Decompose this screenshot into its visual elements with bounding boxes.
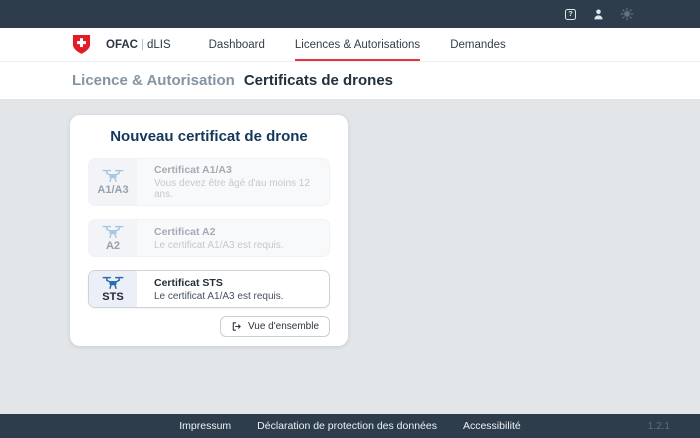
nav-item-dashboard[interactable]: Dashboard: [209, 28, 265, 61]
sun-icon: [620, 7, 634, 21]
app-header: OFAC|dLIS Dashboard Licences & Autorisat…: [0, 28, 700, 62]
swiss-shield-logo: [72, 34, 91, 55]
option-certificat-a1a3: A1/A3 Certificat A1/A3 Vous devez être â…: [88, 158, 330, 206]
option-subtitle: Vous devez être âgé d'au moins 12 ans.: [154, 178, 319, 200]
footer-link-privacy[interactable]: Déclaration de protection des données: [257, 420, 437, 432]
overview-button[interactable]: Vue d'ensemble: [220, 316, 330, 337]
badge-label: A1/A3: [97, 184, 128, 196]
footer-link-accessibility[interactable]: Accessibilité: [463, 420, 521, 432]
user-icon: [592, 8, 605, 21]
help-icon: ?: [565, 9, 576, 20]
help-button[interactable]: ?: [563, 7, 578, 22]
nav-item-licences-autorisations[interactable]: Licences & Autorisations: [295, 28, 420, 61]
content-area: Nouveau certificat de drone A1/A3 Certif…: [0, 99, 700, 414]
drone-icon: [102, 224, 124, 239]
certificate-options: A1/A3 Certificat A1/A3 Vous devez être â…: [88, 158, 330, 308]
option-title: Certificat STS: [154, 277, 319, 289]
brand: OFAC|dLIS: [106, 39, 171, 51]
drone-icon: [102, 168, 124, 183]
brand-org: OFAC: [106, 39, 138, 51]
badge-label: STS: [102, 291, 123, 303]
option-text: Certificat A2 Le certificat A1/A3 est re…: [137, 220, 329, 256]
overview-exit-icon: [231, 321, 242, 332]
card-actions: Vue d'ensemble: [88, 316, 330, 337]
option-badge: STS: [89, 271, 137, 307]
option-badge: A2: [89, 220, 137, 256]
option-subtitle: Le certificat A1/A3 est requis.: [154, 240, 319, 251]
drone-icon: [102, 275, 124, 290]
brand-separator: |: [141, 39, 144, 51]
page-title: Certificats de drones: [244, 72, 393, 89]
option-certificat-sts[interactable]: STS Certificat STS Le certificat A1/A3 e…: [88, 270, 330, 308]
new-certificate-card: Nouveau certificat de drone A1/A3 Certif…: [70, 115, 348, 346]
option-title: Certificat A2: [154, 226, 319, 238]
footer: Impressum Déclaration de protection des …: [0, 414, 700, 438]
option-subtitle: Le certificat A1/A3 est requis.: [154, 291, 319, 302]
footer-link-impressum[interactable]: Impressum: [179, 420, 231, 432]
topbar: ?: [0, 0, 700, 28]
breadcrumb-section: Licence & Autorisation: [72, 72, 235, 89]
option-text: Certificat A1/A3 Vous devez être âgé d'a…: [137, 159, 329, 205]
option-title: Certificat A1/A3: [154, 164, 319, 176]
option-badge: A1/A3: [89, 159, 137, 205]
version-label: 1.2.1: [648, 421, 670, 432]
overview-button-label: Vue d'ensemble: [248, 321, 319, 332]
option-text: Certificat STS Le certificat A1/A3 est r…: [137, 271, 329, 307]
card-title: Nouveau certificat de drone: [88, 128, 330, 146]
user-button[interactable]: [591, 7, 606, 22]
breadcrumb: Licence & Autorisation Certificats de dr…: [0, 62, 700, 99]
theme-button[interactable]: [619, 7, 634, 22]
brand-app: dLIS: [147, 39, 171, 51]
option-certificat-a2: A2 Certificat A2 Le certificat A1/A3 est…: [88, 219, 330, 257]
badge-label: A2: [106, 240, 120, 252]
main-nav: Dashboard Licences & Autorisations Deman…: [209, 28, 506, 61]
nav-item-demandes[interactable]: Demandes: [450, 28, 506, 61]
